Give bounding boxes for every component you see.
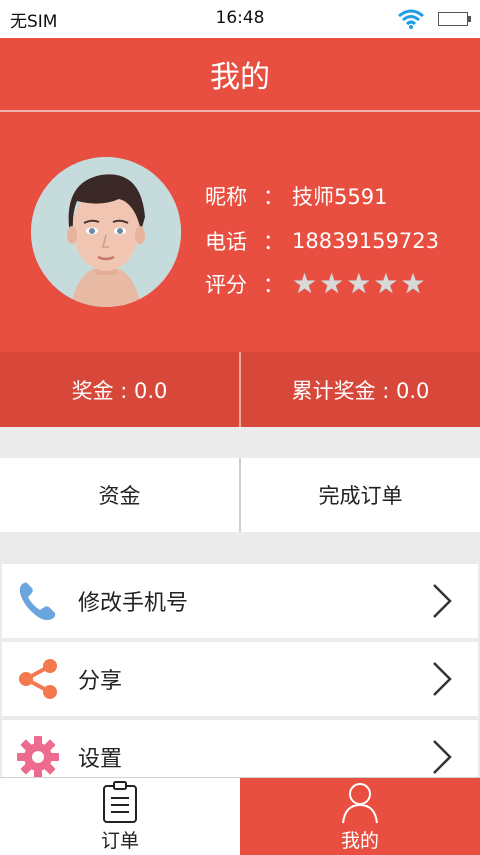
menu-item-share[interactable]: 分享 [2, 642, 478, 716]
chevron-right-icon [433, 584, 452, 618]
page-title: 我的 [210, 60, 270, 95]
gear-icon [16, 735, 60, 779]
avatar-image [31, 157, 181, 307]
chevron-right-icon [433, 740, 452, 774]
bonus-bar: 奖金 : 0.0 累计奖金 : 0.0 [0, 352, 480, 427]
tab-label: 订单 [100, 830, 139, 852]
phone-icon [16, 579, 60, 623]
menu-item-label: 修改手机号 [78, 591, 189, 616]
star-icon: ★ [292, 267, 318, 300]
menu-item-change-phone[interactable]: 修改手机号 [2, 564, 478, 638]
funds-button[interactable]: 资金 [0, 458, 239, 532]
menu-item-label: 分享 [78, 669, 123, 694]
clipboard-icon [103, 781, 137, 823]
menu-item-label: 设置 [78, 747, 123, 772]
total-bonus-cell: 累计奖金 : 0.0 [241, 352, 480, 427]
funds-label: 资金 [98, 484, 141, 508]
star-icon: ★ [373, 267, 399, 300]
rating-label: 评分 [205, 273, 247, 297]
star-icon: ★ [319, 267, 345, 300]
user-icon [342, 783, 378, 824]
completed-orders-label: 完成订单 [318, 484, 403, 508]
tab-mine[interactable]: 我的 [240, 778, 480, 855]
tab-orders[interactable]: 订单 [0, 778, 240, 855]
star-icon: ★ [346, 267, 372, 300]
nickname-label: 昵称 [205, 185, 247, 209]
completed-orders-button[interactable]: 完成订单 [241, 458, 480, 532]
share-icon [16, 657, 60, 701]
bonus-label: 奖金 : 0.0 [71, 378, 168, 403]
bonus-cell: 奖金 : 0.0 [0, 352, 239, 427]
nickname-row: 昵称 ： 技师5591 [205, 181, 387, 211]
total-bonus-label: 累计奖金 : 0.0 [291, 378, 430, 403]
battery-icon [438, 12, 471, 26]
bottom-tab-bar: 订单 我的 [0, 777, 480, 855]
avatar[interactable] [31, 157, 181, 307]
phone-label: 电话 [205, 230, 247, 254]
rating-separator: ： [263, 273, 284, 297]
phone-row: 电话 ： 18839159723 [205, 226, 439, 256]
phone-value: 18839159723 [292, 229, 439, 253]
funds-bar: 资金 完成订单 [0, 458, 480, 532]
phone-separator: ： [263, 230, 284, 254]
title-bar: 我的 [0, 38, 480, 110]
clock: 16:48 [215, 8, 265, 28]
nickname-separator: ： [263, 185, 284, 209]
star-icon: ★ [400, 267, 426, 300]
profile-card: 昵称 ： 技师5591 电话 ： 18839159723 评分 ： ★ ★ ★ ★ ★ [0, 112, 480, 352]
status-bar: 无SIM 16:48 [0, 0, 480, 38]
chevron-right-icon [433, 662, 452, 696]
nickname-value: 技师5591 [292, 185, 388, 209]
rating-row: 评分 ： ★ ★ ★ ★ ★ [205, 269, 426, 299]
tab-label: 我的 [340, 830, 379, 852]
rating-stars: ★ ★ ★ ★ ★ [292, 270, 426, 298]
